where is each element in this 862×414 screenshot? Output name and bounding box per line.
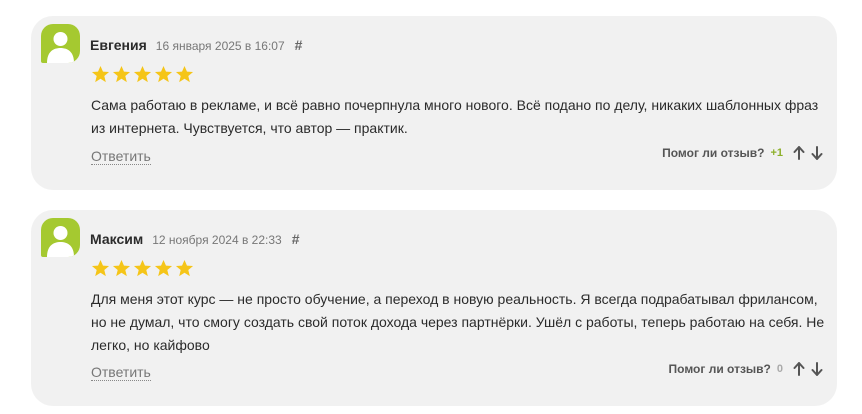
review-permalink[interactable]: # — [295, 37, 303, 53]
star-icon — [175, 65, 194, 83]
helpful-label: Помог ли отзыв? — [662, 146, 765, 160]
helpful-vote: Помог ли отзыв? +1 — [662, 146, 823, 160]
arrow-down-icon[interactable] — [811, 362, 823, 376]
user-avatar-icon — [41, 218, 80, 257]
helpful-count: 0 — [776, 363, 783, 375]
reply-link[interactable]: Ответить — [91, 148, 151, 165]
review-text: Сама работаю в рекламе, и всё равно поче… — [91, 97, 819, 136]
review-author: Максим — [90, 231, 144, 247]
arrow-down-icon[interactable] — [811, 146, 823, 160]
arrow-up-icon[interactable] — [793, 362, 805, 376]
star-icon — [175, 259, 194, 277]
star-icon — [154, 259, 173, 277]
star-icon — [133, 259, 152, 277]
helpful-count: +1 — [770, 147, 783, 159]
review-permalink[interactable]: # — [292, 231, 300, 247]
helpful-vote: Помог ли отзыв? 0 — [669, 362, 823, 376]
arrow-up-icon[interactable] — [793, 146, 805, 160]
review-date: 12 ноября 2024 в 22:33 — [152, 233, 282, 247]
user-avatar-icon — [41, 24, 80, 63]
review-meta: Евгения 16 января 2025 в 16:07 # — [90, 37, 302, 53]
review-author: Евгения — [90, 37, 147, 53]
rating-stars — [91, 259, 194, 278]
review-meta: Максим 12 ноября 2024 в 22:33 # — [90, 231, 300, 247]
star-icon — [154, 65, 173, 83]
review-card: Максим 12 ноября 2024 в 22:33 # Для меня… — [31, 210, 837, 406]
star-icon — [133, 65, 152, 83]
rating-stars — [91, 65, 194, 84]
star-icon — [91, 65, 110, 83]
review-text: Для меня этот курс — не просто обучение,… — [91, 291, 825, 353]
star-icon — [91, 259, 110, 277]
review-date: 16 января 2025 в 16:07 — [155, 39, 285, 53]
helpful-label: Помог ли отзыв? — [668, 362, 771, 376]
star-icon — [112, 65, 131, 83]
star-icon — [112, 259, 131, 277]
reply-link[interactable]: Ответить — [91, 364, 151, 381]
review-card: Евгения 16 января 2025 в 16:07 # Сама ра… — [31, 16, 837, 190]
